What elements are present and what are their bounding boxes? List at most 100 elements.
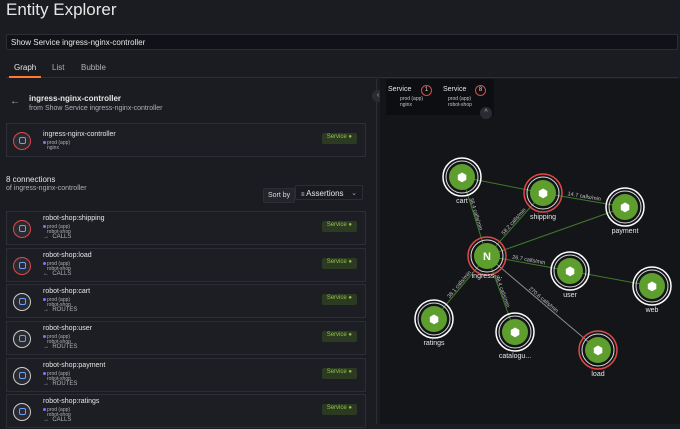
connection-row[interactable]: robot-shop:shipping prod (app) robot-shop →… bbox=[6, 211, 366, 245]
entity-card-name: ingress-nginx-controller bbox=[43, 131, 116, 138]
relation-text: ROUTES bbox=[52, 344, 78, 350]
env-dot-icon bbox=[43, 298, 46, 301]
header-left-count: 1 bbox=[421, 85, 432, 96]
relation-arrow-icon: → bbox=[43, 307, 49, 313]
connection-row[interactable]: robot-shop:ratings prod (app) robot-shop → … bbox=[6, 394, 366, 428]
relation-arrow-icon: → bbox=[43, 381, 49, 387]
node-label: ingress-... bbox=[472, 273, 503, 280]
relation-text: CALLS bbox=[52, 417, 72, 423]
chevron-up-icon[interactable]: ^ bbox=[480, 107, 492, 119]
env-dot-icon bbox=[43, 372, 46, 375]
hex-icon: ⬢ bbox=[457, 172, 467, 184]
relation-text: CALLS bbox=[52, 234, 72, 240]
service-icon bbox=[13, 293, 31, 311]
relation-arrow-icon: ← bbox=[43, 271, 49, 277]
relation-label: → CALLS bbox=[43, 234, 71, 240]
node-label: ratings bbox=[423, 340, 445, 347]
service-icon bbox=[13, 403, 31, 421]
connection-row[interactable]: robot-shop:load prod (app) robot-shop ← CAL… bbox=[6, 248, 366, 282]
relation-text: ROUTES bbox=[52, 307, 78, 313]
service-badge: Service ● bbox=[321, 404, 357, 415]
edge-label: 38.1 calls/min bbox=[447, 270, 473, 300]
entity-name: ingress-nginx-controller bbox=[29, 94, 122, 103]
hex-icon: ⬢ bbox=[429, 314, 439, 326]
service-badge: Service ● bbox=[321, 331, 357, 342]
service-badge-label: Service bbox=[326, 295, 347, 301]
connection-name: robot-shop:load bbox=[43, 252, 92, 259]
service-icon bbox=[13, 220, 31, 238]
env-dot-icon bbox=[43, 225, 46, 228]
service-icon bbox=[13, 257, 31, 275]
node-label: load bbox=[591, 371, 604, 378]
entity-panel: ← ingress-nginx-controller from Show Ser… bbox=[0, 79, 374, 428]
hex-icon: ⬢ bbox=[565, 266, 575, 278]
relation-arrow-icon: → bbox=[43, 344, 49, 350]
hex-icon: ⬢ bbox=[647, 281, 657, 293]
connection-row[interactable]: robot-shop:payment prod (app) robot-shop → … bbox=[6, 358, 366, 392]
relation-label: → CALLS bbox=[43, 417, 71, 423]
service-badge-label: Service bbox=[326, 222, 347, 228]
hex-icon: ⬢ bbox=[593, 345, 603, 357]
edge-label: 26.7 calls/min bbox=[512, 255, 546, 267]
hex-icon: ⬢ bbox=[538, 188, 548, 200]
service-badge-label: Service bbox=[326, 369, 347, 375]
sort-select-value: Assertions bbox=[306, 189, 344, 198]
service-icon bbox=[13, 132, 31, 150]
node-label: catalogu... bbox=[499, 353, 531, 360]
graph-node-ratings[interactable]: ⬢ ratings bbox=[414, 299, 454, 347]
header-left-sub2: nginx bbox=[400, 102, 412, 108]
sort-by-label: Sort by bbox=[263, 188, 296, 203]
relation-text: CALLS bbox=[52, 271, 72, 277]
tab-bubble[interactable]: Bubble bbox=[81, 63, 106, 72]
header-left-label: Service bbox=[388, 86, 412, 93]
entity-card[interactable]: ingress-nginx-controller prod (app) ngin… bbox=[6, 123, 366, 157]
node-label: user bbox=[563, 292, 577, 299]
header-right-sub2: robot-shop bbox=[448, 102, 472, 108]
edge-label: 58.2 calls/min bbox=[501, 207, 528, 236]
entity-source: from Show Service ingress-nginx-controll… bbox=[29, 105, 163, 112]
graph-node-cart[interactable]: ⬢ cart bbox=[442, 157, 482, 205]
connections-count: 8 connections bbox=[6, 175, 56, 184]
graph-node-user[interactable]: ⬢ user bbox=[550, 251, 590, 299]
query-input[interactable]: Show Service ingress-nginx-controller bbox=[6, 34, 678, 50]
graph-header: Service 1 prod (app) nginx Service 8 pro… bbox=[386, 79, 494, 115]
service-badge-label: Service bbox=[326, 405, 347, 411]
service-icon bbox=[13, 330, 31, 348]
connection-name: robot-shop:ratings bbox=[43, 398, 100, 405]
nginx-icon: N bbox=[483, 251, 491, 263]
edge-label: 14.7 calls/min bbox=[567, 191, 601, 203]
sort-select[interactable]: ≡ Assertions ⌄ bbox=[295, 185, 363, 200]
header-right-count: 8 bbox=[475, 85, 486, 96]
page-title: Entity Explorer bbox=[6, 0, 117, 19]
edge-label: 270.6 calls/min bbox=[527, 286, 559, 314]
panel-divider[interactable] bbox=[376, 79, 377, 424]
graph-node-shipping[interactable]: ⬢ shipping bbox=[523, 173, 563, 221]
tab-graph[interactable]: Graph bbox=[8, 63, 42, 78]
connections-of: of ingress-nginx-controller bbox=[6, 185, 87, 192]
connection-name: robot-shop:shipping bbox=[43, 215, 105, 222]
connection-name: robot-shop:payment bbox=[43, 362, 106, 369]
connection-row[interactable]: robot-shop:cart prod (app) robot-shop → ROU… bbox=[6, 284, 366, 318]
relation-label: → ROUTES bbox=[43, 381, 77, 387]
service-badge: Service ● bbox=[321, 258, 357, 269]
service-graph[interactable]: 38.4 calls/min 58.2 calls/min 26.7 calls/m… bbox=[380, 79, 680, 424]
relation-label: → ROUTES bbox=[43, 344, 77, 350]
view-tabs: Graph List Bubble bbox=[6, 60, 678, 78]
service-badge: Service ● bbox=[321, 368, 357, 379]
back-arrow-icon[interactable]: ← bbox=[10, 96, 20, 107]
service-badge: Service ● bbox=[321, 221, 357, 232]
env-dot-icon bbox=[43, 262, 46, 265]
graph-node-catalogue[interactable]: ⬢ catalogu... bbox=[495, 312, 535, 360]
connection-row[interactable]: robot-shop:user prod (app) robot-shop → ROU… bbox=[6, 321, 366, 355]
tab-list[interactable]: List bbox=[52, 63, 64, 72]
env-dot-icon bbox=[43, 408, 46, 411]
graph-node-load[interactable]: ⬢ load bbox=[578, 330, 618, 378]
node-label: web bbox=[645, 307, 659, 314]
node-label: payment bbox=[612, 228, 639, 235]
connection-name: robot-shop:user bbox=[43, 325, 93, 332]
node-label: shipping bbox=[530, 214, 556, 221]
graph-panel: Service 1 prod (app) nginx Service 8 pro… bbox=[380, 79, 680, 424]
relation-label: ← CALLS bbox=[43, 271, 71, 277]
graph-node-web[interactable]: ⬢ web bbox=[632, 266, 672, 314]
service-badge: Service ● bbox=[321, 294, 357, 305]
